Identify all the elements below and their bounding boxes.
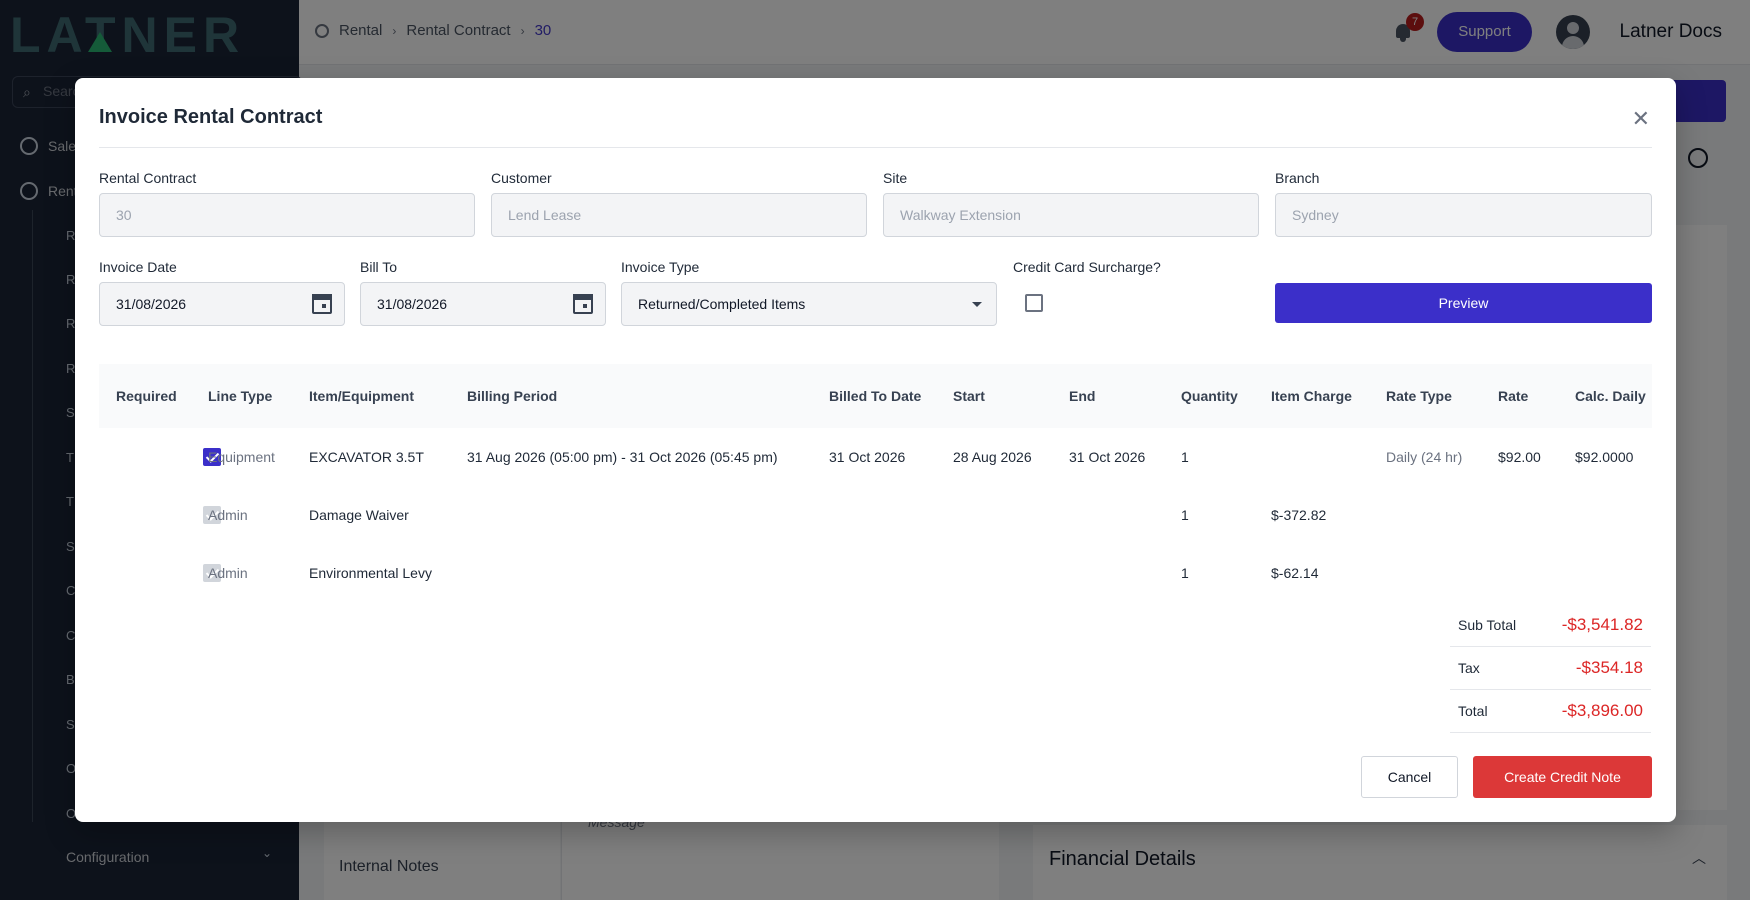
caret-down-icon — [972, 302, 982, 307]
line-type-cell: Admin — [208, 507, 248, 523]
tax-row: Tax -$354.18 — [1450, 647, 1651, 690]
line-type-cell: Admin — [208, 565, 248, 581]
bill-to-label: Bill To — [360, 259, 398, 275]
rate-type-cell: Daily (24 hr) — [1386, 449, 1463, 465]
column-header: Item/Equipment — [309, 388, 415, 404]
line-type-cell: Equipment — [208, 449, 275, 465]
tax-label: Tax — [1458, 660, 1480, 676]
column-header: Calc. Daily — [1575, 388, 1646, 404]
rate-cell: $92.00 — [1498, 449, 1541, 465]
customer-label: Customer — [491, 170, 552, 186]
column-header: Rate Type — [1386, 388, 1452, 404]
invoice-type-value: Returned/Completed Items — [638, 296, 806, 312]
invoice-date-label: Invoice Date — [99, 259, 177, 275]
column-header: Billed To Date — [829, 388, 922, 404]
column-header: Item Charge — [1271, 388, 1352, 404]
column-header: Billing Period — [467, 388, 558, 404]
end-cell: 31 Oct 2026 — [1069, 449, 1146, 465]
cancel-button[interactable]: Cancel — [1361, 756, 1458, 798]
invoice-date-value: 31/08/2026 — [116, 296, 187, 312]
quantity-cell: 1 — [1181, 507, 1189, 523]
create-credit-note-button[interactable]: Create Credit Note — [1473, 756, 1652, 798]
quantity-cell: 1 — [1181, 565, 1189, 581]
billed-to-date-cell: 31 Oct 2026 — [829, 449, 906, 465]
billing-period-cell: 31 Aug 2026 (05:00 pm) - 31 Oct 2026 (05… — [467, 449, 778, 465]
item-cell: Environmental Levy — [309, 565, 432, 581]
invoice-modal: Invoice Rental Contract ✕ Rental Contrac… — [75, 78, 1676, 822]
credit-card-surcharge-label: Credit Card Surcharge? — [1013, 259, 1161, 275]
invoice-type-label: Invoice Type — [621, 259, 700, 275]
calendar-icon[interactable] — [573, 294, 593, 314]
modal-title: Invoice Rental Contract — [99, 106, 323, 128]
close-icon[interactable]: ✕ — [1632, 106, 1650, 132]
column-header: Required — [116, 388, 177, 404]
column-header: Quantity — [1181, 388, 1238, 404]
invoice-date-field[interactable]: 31/08/2026 — [99, 282, 345, 326]
credit-card-surcharge-checkbox[interactable] — [1025, 294, 1043, 312]
total-label: Total — [1458, 703, 1488, 719]
subtotal-label: Sub Total — [1458, 617, 1517, 633]
calc-daily-cell: $92.0000 — [1575, 449, 1634, 465]
site-label: Site — [883, 170, 908, 186]
item-charge-cell: $-62.14 — [1271, 565, 1319, 581]
table-row: Admin Environmental Levy 1 $-62.14 — [99, 544, 1652, 602]
column-header: Line Type — [208, 388, 273, 404]
table-row: Admin Damage Waiver 1 $-372.82 — [99, 486, 1652, 544]
table-header: Required Line Type Item/Equipment Billin… — [99, 364, 1652, 428]
site-field: Walkway Extension — [883, 193, 1259, 237]
invoice-type-select[interactable]: Returned/Completed Items — [621, 282, 997, 326]
item-cell: Damage Waiver — [309, 507, 409, 523]
subtotal-row: Sub Total -$3,541.82 — [1450, 604, 1651, 647]
rental-contract-field: 30 — [99, 193, 475, 237]
tax-value: -$354.18 — [1575, 658, 1643, 677]
subtotal-value: -$3,541.82 — [1561, 615, 1643, 634]
table-row: Equipment EXCAVATOR 3.5T 31 Aug 2026 (05… — [99, 428, 1652, 486]
item-charge-cell: $-372.82 — [1271, 507, 1327, 523]
start-cell: 28 Aug 2026 — [953, 449, 1032, 465]
branch-field: Sydney — [1275, 193, 1652, 237]
column-header: Rate — [1498, 388, 1529, 404]
bill-to-value: 31/08/2026 — [377, 296, 448, 312]
item-cell: EXCAVATOR 3.5T — [309, 449, 424, 465]
bill-to-field[interactable]: 31/08/2026 — [360, 282, 606, 326]
rental-contract-label: Rental Contract — [99, 170, 197, 186]
total-row: Total -$3,896.00 — [1450, 690, 1651, 733]
column-header: End — [1069, 388, 1096, 404]
branch-label: Branch — [1275, 170, 1320, 186]
total-value: -$3,896.00 — [1561, 701, 1643, 720]
preview-button[interactable]: Preview — [1275, 283, 1652, 323]
quantity-cell: 1 — [1181, 449, 1189, 465]
divider — [99, 147, 1652, 148]
column-header: Start — [953, 388, 985, 404]
customer-field: Lend Lease — [491, 193, 867, 237]
calendar-icon[interactable] — [312, 294, 332, 314]
